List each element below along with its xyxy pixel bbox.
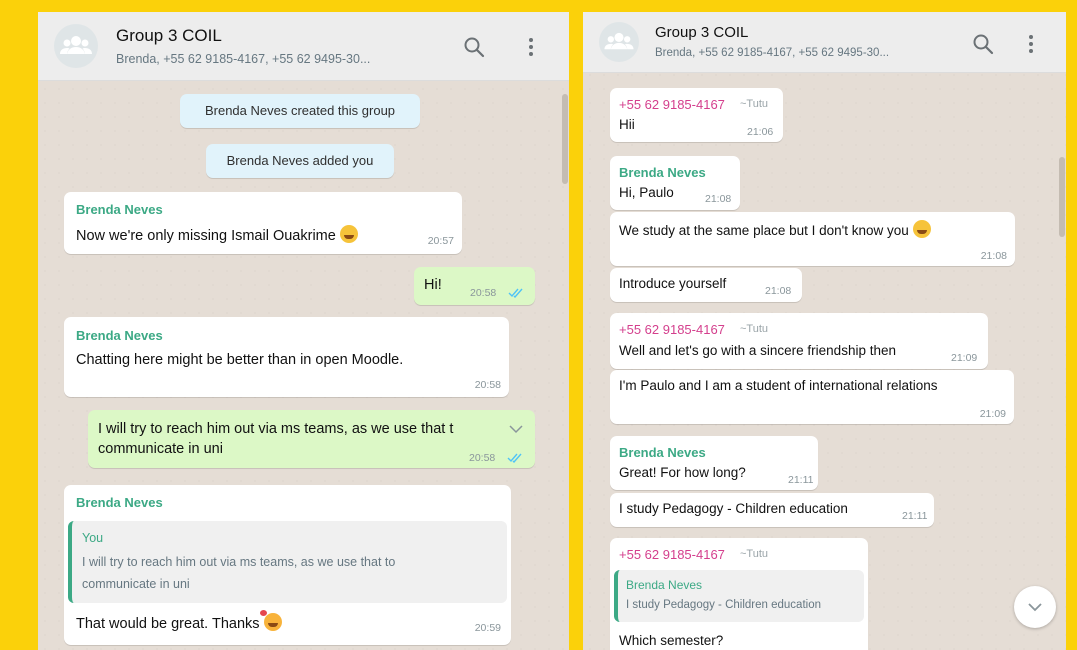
quoted-text: I will try to reach him out via ms teams… <box>82 555 396 569</box>
sender-nickname: ~Tutu <box>740 548 769 560</box>
message-text: Great! For how long? <box>619 465 746 480</box>
incoming-message[interactable]: I study Pedagogy - Children education 21… <box>610 493 934 527</box>
message-time: 21:08 <box>765 285 792 297</box>
chevron-down-icon[interactable] <box>509 424 523 434</box>
incoming-message[interactable]: Brenda Neves Hi, Paulo 21:08 <box>610 156 740 210</box>
read-ticks-icon <box>507 453 522 463</box>
sender-nickname: ~Tutu <box>740 323 769 335</box>
message-text: That would be great. Thanks <box>76 610 282 632</box>
message-text: Hii <box>619 117 635 132</box>
message-text: Hi, Paulo <box>619 185 674 200</box>
message-time: 21:11 <box>788 474 814 486</box>
message-text: I will try to reach him out via ms teams… <box>98 421 454 437</box>
message-sender[interactable]: Brenda Neves <box>619 445 706 460</box>
chat-participants[interactable]: Brenda, +55 62 9185-4167, +55 62 9495-30… <box>655 47 889 59</box>
message-sender[interactable]: Brenda Neves <box>76 328 163 343</box>
kebab-menu-icon[interactable] <box>1027 33 1035 55</box>
incoming-message[interactable]: Introduce yourself 21:08 <box>610 268 802 302</box>
read-ticks-icon <box>508 288 523 298</box>
incoming-message[interactable]: We study at the same place but I don't k… <box>610 212 1015 266</box>
sender-nickname: ~Tutu <box>740 98 769 110</box>
smiling-hearts-emoji <box>259 610 282 631</box>
message-time: 20:58 <box>470 287 497 299</box>
grinning-sweat-emoji <box>339 225 358 243</box>
quoted-text: I study Pedagogy - Children education <box>626 599 821 611</box>
message-sender[interactable]: +55 62 9185-4167 <box>619 322 725 337</box>
incoming-message[interactable]: +55 62 9185-4167 ~Tutu Hii 21:06 <box>610 88 783 142</box>
message-text: Introduce yourself <box>619 276 727 291</box>
incoming-message[interactable]: Brenda Neves Chatting here might be bett… <box>64 317 509 397</box>
message-time: 21:08 <box>980 250 1007 262</box>
group-avatar-icon[interactable] <box>54 24 98 68</box>
group-avatar-icon[interactable] <box>599 22 639 62</box>
quoted-sender: You <box>82 531 104 545</box>
quoted-text: communicate in uni <box>82 577 190 591</box>
incoming-message[interactable]: +55 62 9185-4167 ~Tutu Well and let's go… <box>610 313 988 369</box>
message-sender[interactable]: +55 62 9185-4167 <box>619 547 725 562</box>
chat-header: Group 3 COIL Brenda, +55 62 9185-4167, +… <box>583 12 1066 73</box>
message-text: communicate in uni <box>98 441 223 457</box>
incoming-message[interactable]: Brenda Neves Now we're only missing Isma… <box>64 192 462 254</box>
message-time: 21:09 <box>979 408 1006 420</box>
incoming-message[interactable]: Brenda Neves You I will try to reach him… <box>64 485 511 645</box>
message-time: 21:06 <box>747 126 774 138</box>
scroll-down-button[interactable] <box>1014 586 1056 628</box>
message-text: I'm Paulo and I am a student of internat… <box>619 378 938 393</box>
message-sender[interactable]: Brenda Neves <box>76 202 163 217</box>
outgoing-message[interactable]: I will try to reach him out via ms teams… <box>88 410 535 468</box>
message-time: 20:57 <box>427 235 454 247</box>
message-time: 20:58 <box>469 452 496 464</box>
message-time: 20:59 <box>474 622 501 634</box>
message-time: 21:11 <box>902 510 928 522</box>
message-text: Now we're only missing Ismail Ouakrime <box>76 225 358 244</box>
scrollbar[interactable] <box>1059 157 1065 237</box>
chat-title[interactable]: Group 3 COIL <box>116 26 222 46</box>
message-text: We study at the same place but I don't k… <box>619 220 931 238</box>
quoted-message[interactable]: You I will try to reach him out via ms t… <box>68 521 507 603</box>
quoted-message[interactable]: Brenda Neves I study Pedagogy - Children… <box>614 570 864 622</box>
message-text: Hi! <box>424 277 442 293</box>
message-sender[interactable]: +55 62 9185-4167 <box>619 97 725 112</box>
system-message: Brenda Neves created this group <box>180 94 420 128</box>
message-text: I study Pedagogy - Children education <box>619 501 848 516</box>
message-time: 21:09 <box>951 352 978 364</box>
incoming-message[interactable]: I'm Paulo and I am a student of internat… <box>610 370 1014 424</box>
grinning-sweat-emoji <box>912 220 931 238</box>
system-message: Brenda Neves added you <box>206 144 394 178</box>
outgoing-message[interactable]: Hi! 20:58 <box>414 267 535 305</box>
search-icon[interactable] <box>463 36 485 58</box>
message-text: Which semester? <box>619 633 724 648</box>
chevron-down-icon <box>1028 603 1042 612</box>
chat-window-left: Group 3 COIL Brenda, +55 62 9185-4167, +… <box>38 12 569 650</box>
chat-window-right: Group 3 COIL Brenda, +55 62 9185-4167, +… <box>583 12 1066 650</box>
message-sender[interactable]: Brenda Neves <box>76 495 163 510</box>
scrollbar[interactable] <box>562 94 568 184</box>
message-sender[interactable]: Brenda Neves <box>619 165 706 180</box>
chat-header: Group 3 COIL Brenda, +55 62 9185-4167, +… <box>38 12 569 81</box>
incoming-message[interactable]: Brenda Neves Great! For how long? 21:11 <box>610 436 818 490</box>
kebab-menu-icon[interactable] <box>527 36 535 58</box>
quoted-sender: Brenda Neves <box>626 578 703 592</box>
message-time: 21:08 <box>705 193 732 205</box>
message-text: Well and let's go with a sincere friends… <box>619 343 896 358</box>
message-time: 20:58 <box>474 379 501 391</box>
message-text: Chatting here might be better than in op… <box>76 352 404 368</box>
incoming-message[interactable]: +55 62 9185-4167 ~Tutu Brenda Neves I st… <box>610 538 868 650</box>
search-icon[interactable] <box>972 33 994 55</box>
chat-title[interactable]: Group 3 COIL <box>655 24 748 41</box>
chat-participants[interactable]: Brenda, +55 62 9185-4167, +55 62 9495-30… <box>116 52 370 66</box>
